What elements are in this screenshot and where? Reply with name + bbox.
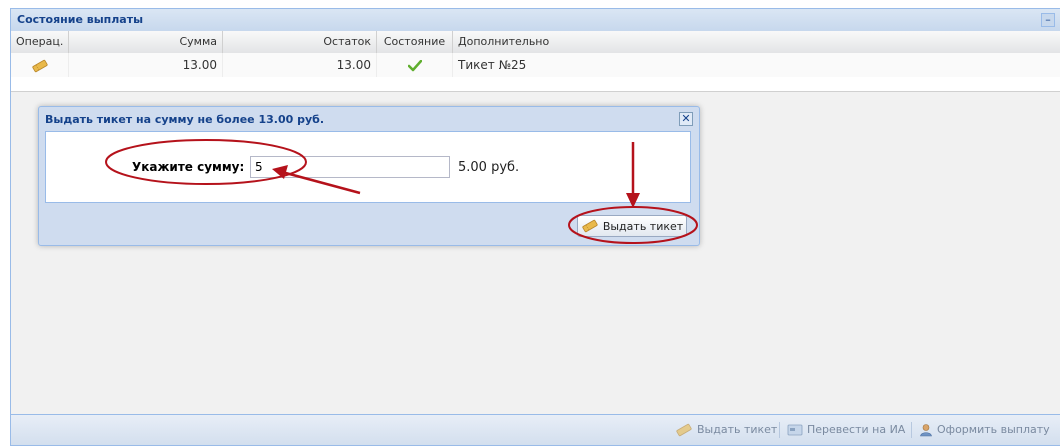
remainder-cell: 13.00 [223,53,377,77]
issue-ticket-dialog: Выдать тикет на сумму не более 13.00 руб… [38,106,700,246]
bottom-toolbar: Выдать тикет Перевести на ИА Оформить вы… [11,414,1060,445]
issue-ticket-button-label: Выдать тикет [602,219,684,233]
toolbar-separator [779,422,780,438]
user-icon [920,424,932,437]
transfer-toolbar-button[interactable]: Перевести на ИА [787,420,905,440]
ticket-icon [676,423,692,437]
operation-cell[interactable] [11,53,69,77]
amount-label: Укажите сумму: [132,160,245,174]
transfer-toolbar-label: Перевести на ИА [807,423,906,436]
ticket-icon [31,59,48,72]
card-icon [787,424,803,436]
state-cell [377,53,453,77]
amount-input[interactable] [250,156,450,178]
payout-grid: Операц. Сумма Остаток Состояние Дополнит… [11,31,1060,109]
panel-title: Состояние выплаты [17,13,144,26]
payout-toolbar-label: Оформить выплату [937,423,1050,436]
ticket-icon [582,219,598,233]
collapse-icon[interactable]: – [1041,13,1055,27]
issue-ticket-toolbar-button[interactable]: Выдать тикет [675,420,777,440]
dialog-body: Укажите сумму: 5.00 руб. [45,131,691,203]
issue-ticket-toolbar-label: Выдать тикет [697,423,778,436]
grid-header: Операц. Сумма Остаток Состояние Дополнит… [11,31,1060,54]
payout-toolbar-button[interactable]: Оформить выплату [919,420,1050,440]
extra-cell: Тикет №25 [458,58,527,72]
dialog-header: Выдать тикет на сумму не более 13.00 руб… [39,107,699,131]
column-header-state[interactable]: Состояние [377,31,453,53]
panel-header: Состояние выплаты – [11,9,1060,32]
checkmark-icon [407,59,422,71]
sum-cell: 13.00 [69,53,223,77]
dialog-title: Выдать тикет на сумму не более 13.00 руб… [45,113,325,126]
table-row[interactable]: 13.00 13.00 Тикет №25 [11,53,1060,78]
column-header-extra[interactable]: Дополнительно [453,31,1060,53]
column-header-sum[interactable]: Сумма [69,31,223,53]
amount-formatted: 5.00 руб. [458,160,520,175]
column-header-operation[interactable]: Операц. [11,31,69,53]
column-header-remainder[interactable]: Остаток [223,31,377,53]
issue-ticket-button[interactable]: Выдать тикет [577,215,687,237]
close-icon[interactable]: ✕ [679,112,693,126]
toolbar-separator [911,422,912,438]
